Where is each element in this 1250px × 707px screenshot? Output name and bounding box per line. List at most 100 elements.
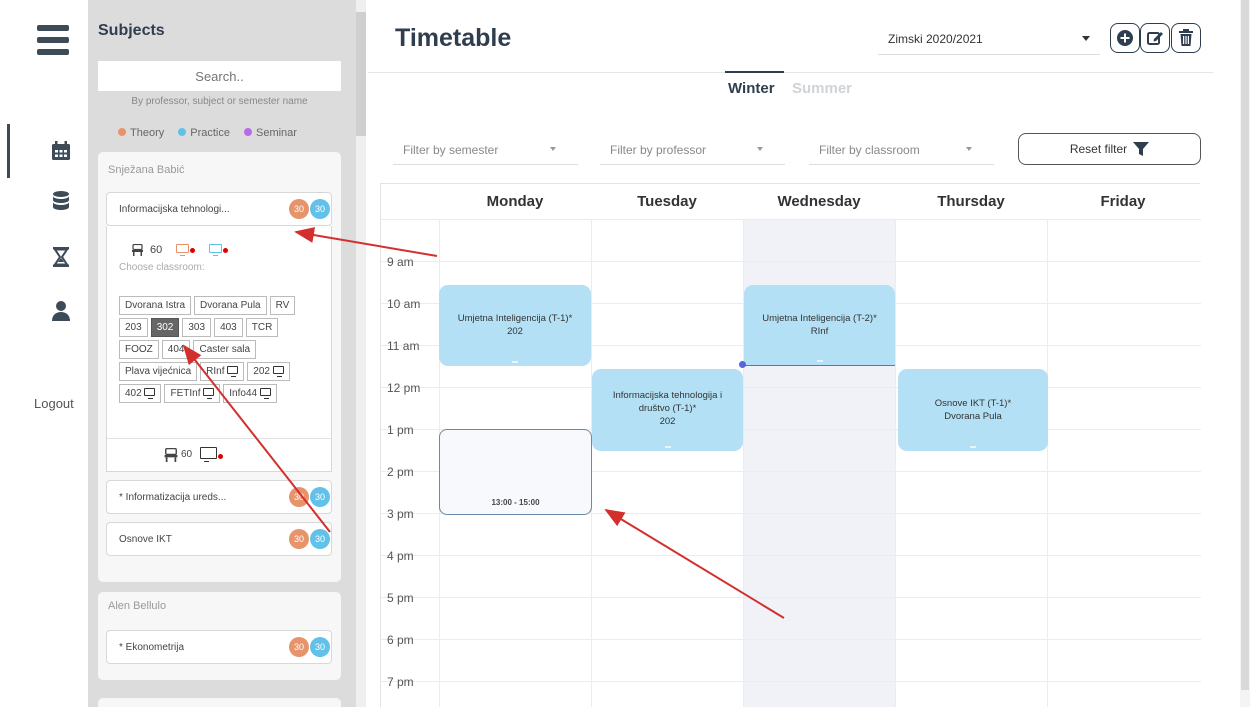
room-chip[interactable]: FETInf [164,384,221,403]
monitor-icon [144,388,156,399]
professor-card [98,698,341,707]
room-chip-selected[interactable]: 302 [150,318,180,337]
legend-theory: Theory [118,127,164,139]
reset-filter-button[interactable]: Reset filter [1018,133,1201,165]
room-chip[interactable]: Plava vijećnica [119,362,198,381]
time-label: 4 pm [387,549,414,563]
monitor-icon [272,366,284,377]
footer-capacity: 60 [181,449,193,460]
grid-line [381,639,1201,640]
room-chip[interactable]: FOOZ [119,340,159,359]
page-scrollbar[interactable] [1240,0,1250,707]
time-label: 5 pm [387,591,414,605]
seat-icon [164,447,178,462]
subjects-panel: Subjects By professor, subject or semest… [88,0,356,707]
grid-line [381,555,1201,556]
edit-button[interactable] [1140,23,1170,53]
calendar-icon[interactable] [50,140,72,162]
professor-name: Snježana Babić [108,164,185,176]
monitor-icon [259,388,271,399]
filter-classroom[interactable]: Filter by classroom [809,133,994,165]
plus-circle-icon [1117,30,1133,46]
event-block[interactable]: Umjetna Inteligencija (T-2)* RInf [744,285,895,366]
subject-item[interactable]: * Ekonometrija 30 30 [106,630,332,664]
room-list: Dvorana Istra Dvorana Pula RV 203 302 30… [119,296,319,403]
add-button[interactable] [1110,23,1140,53]
resize-handle[interactable] [664,446,671,448]
delete-button[interactable] [1171,23,1201,53]
subjects-scroll-thumb[interactable] [356,12,366,136]
legend-seminar: Seminar [244,127,297,139]
hourglass-icon[interactable] [50,246,72,268]
room-chip[interactable]: RV [269,296,296,315]
room-chip[interactable]: 203 [119,318,148,337]
resize-handle[interactable] [512,361,518,363]
room-chip[interactable]: Dvorana Pula [194,296,267,315]
room-chip[interactable]: 402 [119,384,162,403]
subject-name: Osnove IKT [119,534,172,545]
filter-professor[interactable]: Filter by professor [600,133,785,165]
chevron-down-icon [1082,36,1090,41]
room-chip[interactable]: RInf [200,362,245,381]
database-icon[interactable] [50,190,72,212]
room-chip[interactable]: Caster sala [193,340,257,359]
active-indicator [7,124,10,178]
room-chip[interactable]: 202 [247,362,290,381]
tab-winter[interactable]: Winter [725,71,784,97]
type-legend: Theory Practice Seminar [118,127,297,139]
page-title: Timetable [395,24,512,52]
tab-summer[interactable]: Summer [792,80,852,97]
seat-icon [132,244,143,256]
selected-time-slot[interactable]: 13:00 - 15:00 [439,429,592,515]
resize-handle[interactable] [816,360,823,362]
edit-icon [1147,32,1163,45]
user-icon[interactable] [50,300,72,322]
time-label: 3 pm [387,507,414,521]
filter-semester[interactable]: Filter by semester [393,133,578,165]
trash-icon [1179,29,1193,46]
room-chip[interactable]: Info44 [223,384,277,403]
theory-count: 30 [289,199,309,219]
day-header-thursday: Thursday [937,193,1005,210]
room-chip[interactable]: 403 [214,318,243,337]
search-input[interactable] [98,61,341,91]
subject-name: * Ekonometrija [119,642,185,653]
subject-item[interactable]: Osnove IKT 30 30 [106,522,332,556]
grid-line [381,597,1201,598]
monitor-icon [200,447,218,462]
room-chip[interactable]: 303 [182,318,212,337]
timetable-main: Timetable Zimski 2020/2021 Winter Summer… [368,0,1250,707]
page-scroll-thumb[interactable] [1241,0,1249,690]
logout-link[interactable]: Logout [34,396,74,411]
room-chip[interactable]: 404 [161,340,191,359]
event-block[interactable]: Informacijska tehnologija i društvo (T-1… [592,369,743,451]
subject-item[interactable]: * Informatizacija ureds... 30 30 [106,480,332,514]
capacity-row: 60 [131,244,229,256]
day-header-tuesday: Tuesday [637,193,697,210]
calendar-grid: Monday Tuesday Wednesday Thursday Friday… [380,183,1201,707]
time-label: 6 pm [387,633,414,647]
grid-line [381,261,1201,262]
resize-handle[interactable] [970,446,976,448]
event-block[interactable]: Umjetna Inteligencija (T-1)* 202 [439,285,591,366]
subject-item[interactable]: Informacijska tehnologi... 30 30 [106,192,332,226]
legend-practice: Practice [178,127,230,139]
time-label: 10 am [387,297,421,311]
classroom-chooser: 60 Choose classroom: Dvorana Istra Dvora… [106,226,332,472]
event-block[interactable]: Osnove IKT (T-1)* Dvorana Pula [898,369,1048,451]
hamburger-icon[interactable] [37,25,69,55]
theory-count: 30 [289,529,309,549]
semester-value: Zimski 2020/2021 [888,32,983,46]
time-label: 11 am [387,339,420,353]
semester-select[interactable]: Zimski 2020/2021 [878,23,1100,55]
filter-icon [1133,142,1150,156]
chooser-footer: 60 [107,438,331,471]
nav-rail: Logout [0,0,90,707]
room-chip[interactable]: Dvorana Istra [119,296,192,315]
selection-time-label: 13:00 - 15:00 [491,498,540,507]
monitor-icon [209,244,223,256]
grid-line [1047,220,1048,707]
time-label: 9 am [387,255,414,269]
drag-handle[interactable] [739,361,746,368]
room-chip[interactable]: TCR [245,318,279,337]
